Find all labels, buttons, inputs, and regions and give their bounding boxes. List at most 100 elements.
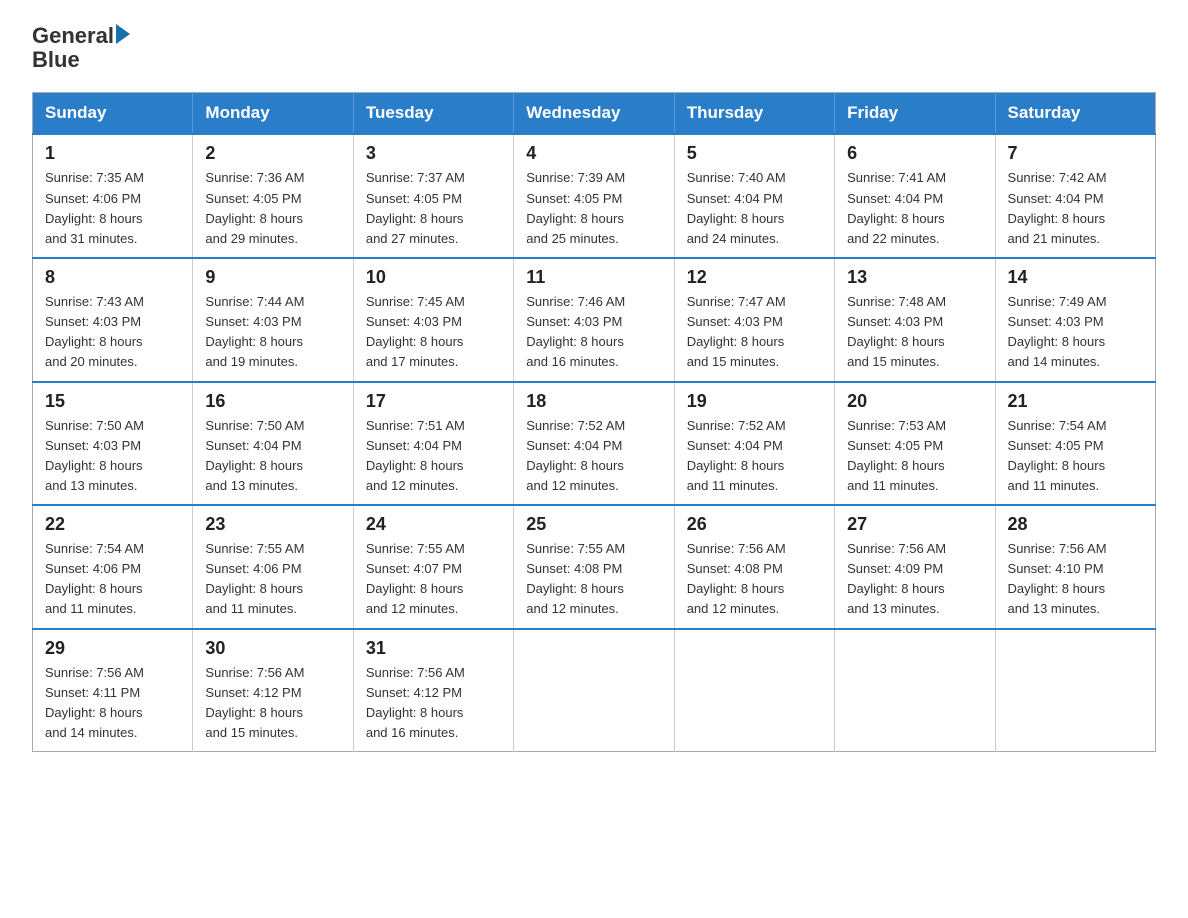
day-info: Sunrise: 7:48 AMSunset: 4:03 PMDaylight:… xyxy=(847,292,982,373)
day-info: Sunrise: 7:56 AMSunset: 4:10 PMDaylight:… xyxy=(1008,539,1143,620)
day-info: Sunrise: 7:55 AMSunset: 4:06 PMDaylight:… xyxy=(205,539,340,620)
calendar-cell: 3 Sunrise: 7:37 AMSunset: 4:05 PMDaylight… xyxy=(353,134,513,258)
calendar-cell: 8 Sunrise: 7:43 AMSunset: 4:03 PMDaylight… xyxy=(33,258,193,382)
logo-arrow-icon xyxy=(116,24,130,44)
logo-general-text: General xyxy=(32,24,114,48)
calendar-cell: 22 Sunrise: 7:54 AMSunset: 4:06 PMDayligh… xyxy=(33,505,193,629)
day-number: 2 xyxy=(205,143,340,164)
calendar-cell xyxy=(514,629,674,752)
day-info: Sunrise: 7:40 AMSunset: 4:04 PMDaylight:… xyxy=(687,168,822,249)
calendar-cell: 20 Sunrise: 7:53 AMSunset: 4:05 PMDayligh… xyxy=(835,382,995,506)
day-info: Sunrise: 7:44 AMSunset: 4:03 PMDaylight:… xyxy=(205,292,340,373)
day-of-week-thursday: Thursday xyxy=(674,93,834,135)
day-number: 1 xyxy=(45,143,180,164)
day-number: 16 xyxy=(205,391,340,412)
day-info: Sunrise: 7:43 AMSunset: 4:03 PMDaylight:… xyxy=(45,292,180,373)
day-of-week-wednesday: Wednesday xyxy=(514,93,674,135)
calendar-cell: 11 Sunrise: 7:46 AMSunset: 4:03 PMDayligh… xyxy=(514,258,674,382)
calendar-cell: 21 Sunrise: 7:54 AMSunset: 4:05 PMDayligh… xyxy=(995,382,1155,506)
day-of-week-saturday: Saturday xyxy=(995,93,1155,135)
day-number: 26 xyxy=(687,514,822,535)
day-number: 15 xyxy=(45,391,180,412)
day-info: Sunrise: 7:46 AMSunset: 4:03 PMDaylight:… xyxy=(526,292,661,373)
day-info: Sunrise: 7:42 AMSunset: 4:04 PMDaylight:… xyxy=(1008,168,1143,249)
day-number: 24 xyxy=(366,514,501,535)
day-info: Sunrise: 7:52 AMSunset: 4:04 PMDaylight:… xyxy=(526,416,661,497)
calendar-cell: 24 Sunrise: 7:55 AMSunset: 4:07 PMDayligh… xyxy=(353,505,513,629)
day-info: Sunrise: 7:50 AMSunset: 4:04 PMDaylight:… xyxy=(205,416,340,497)
calendar-cell: 27Sunrise: 7:56 AMSunset: 4:09 PMDayligh… xyxy=(835,505,995,629)
day-info: Sunrise: 7:55 AMSunset: 4:07 PMDaylight:… xyxy=(366,539,501,620)
day-number: 21 xyxy=(1008,391,1143,412)
day-info: Sunrise: 7:36 AMSunset: 4:05 PMDaylight:… xyxy=(205,168,340,249)
day-number: 18 xyxy=(526,391,661,412)
calendar-cell: 9 Sunrise: 7:44 AMSunset: 4:03 PMDaylight… xyxy=(193,258,353,382)
calendar-week-1: 1 Sunrise: 7:35 AMSunset: 4:06 PMDaylight… xyxy=(33,134,1156,258)
day-info: Sunrise: 7:51 AMSunset: 4:04 PMDaylight:… xyxy=(366,416,501,497)
calendar-cell: 6 Sunrise: 7:41 AMSunset: 4:04 PMDaylight… xyxy=(835,134,995,258)
calendar-cell: 17 Sunrise: 7:51 AMSunset: 4:04 PMDayligh… xyxy=(353,382,513,506)
day-number: 13 xyxy=(847,267,982,288)
calendar-cell: 19Sunrise: 7:52 AMSunset: 4:04 PMDayligh… xyxy=(674,382,834,506)
day-info: Sunrise: 7:45 AMSunset: 4:03 PMDaylight:… xyxy=(366,292,501,373)
day-number: 31 xyxy=(366,638,501,659)
calendar-header-row: SundayMondayTuesdayWednesdayThursdayFrid… xyxy=(33,93,1156,135)
calendar-cell: 26 Sunrise: 7:56 AMSunset: 4:08 PMDayligh… xyxy=(674,505,834,629)
calendar-week-3: 15 Sunrise: 7:50 AMSunset: 4:03 PMDayligh… xyxy=(33,382,1156,506)
day-number: 19 xyxy=(687,391,822,412)
day-number: 17 xyxy=(366,391,501,412)
day-number: 3 xyxy=(366,143,501,164)
day-info: Sunrise: 7:56 AMSunset: 4:12 PMDaylight:… xyxy=(366,663,501,744)
calendar-cell: 12Sunrise: 7:47 AMSunset: 4:03 PMDayligh… xyxy=(674,258,834,382)
calendar-table: SundayMondayTuesdayWednesdayThursdayFrid… xyxy=(32,92,1156,752)
calendar-week-4: 22 Sunrise: 7:54 AMSunset: 4:06 PMDayligh… xyxy=(33,505,1156,629)
day-info: Sunrise: 7:56 AMSunset: 4:09 PMDaylight:… xyxy=(847,539,982,620)
day-info: Sunrise: 7:54 AMSunset: 4:06 PMDaylight:… xyxy=(45,539,180,620)
calendar-cell: 10 Sunrise: 7:45 AMSunset: 4:03 PMDayligh… xyxy=(353,258,513,382)
calendar-cell: 31 Sunrise: 7:56 AMSunset: 4:12 PMDayligh… xyxy=(353,629,513,752)
calendar-cell xyxy=(674,629,834,752)
day-number: 23 xyxy=(205,514,340,535)
day-info: Sunrise: 7:41 AMSunset: 4:04 PMDaylight:… xyxy=(847,168,982,249)
calendar-week-5: 29 Sunrise: 7:56 AMSunset: 4:11 PMDayligh… xyxy=(33,629,1156,752)
day-info: Sunrise: 7:53 AMSunset: 4:05 PMDaylight:… xyxy=(847,416,982,497)
day-info: Sunrise: 7:35 AMSunset: 4:06 PMDaylight:… xyxy=(45,168,180,249)
day-number: 30 xyxy=(205,638,340,659)
day-number: 14 xyxy=(1008,267,1143,288)
day-number: 5 xyxy=(687,143,822,164)
day-info: Sunrise: 7:50 AMSunset: 4:03 PMDaylight:… xyxy=(45,416,180,497)
calendar-cell: 29 Sunrise: 7:56 AMSunset: 4:11 PMDayligh… xyxy=(33,629,193,752)
calendar-cell: 13 Sunrise: 7:48 AMSunset: 4:03 PMDayligh… xyxy=(835,258,995,382)
day-number: 9 xyxy=(205,267,340,288)
calendar-cell: 4Sunrise: 7:39 AMSunset: 4:05 PMDaylight… xyxy=(514,134,674,258)
day-number: 22 xyxy=(45,514,180,535)
day-number: 8 xyxy=(45,267,180,288)
calendar-cell: 28Sunrise: 7:56 AMSunset: 4:10 PMDayligh… xyxy=(995,505,1155,629)
day-of-week-sunday: Sunday xyxy=(33,93,193,135)
calendar-cell: 7 Sunrise: 7:42 AMSunset: 4:04 PMDaylight… xyxy=(995,134,1155,258)
day-info: Sunrise: 7:56 AMSunset: 4:11 PMDaylight:… xyxy=(45,663,180,744)
day-info: Sunrise: 7:39 AMSunset: 4:05 PMDaylight:… xyxy=(526,168,661,249)
calendar-cell: 15 Sunrise: 7:50 AMSunset: 4:03 PMDayligh… xyxy=(33,382,193,506)
calendar-cell xyxy=(995,629,1155,752)
calendar-cell: 23 Sunrise: 7:55 AMSunset: 4:06 PMDayligh… xyxy=(193,505,353,629)
day-info: Sunrise: 7:47 AMSunset: 4:03 PMDaylight:… xyxy=(687,292,822,373)
day-info: Sunrise: 7:56 AMSunset: 4:08 PMDaylight:… xyxy=(687,539,822,620)
day-info: Sunrise: 7:55 AMSunset: 4:08 PMDaylight:… xyxy=(526,539,661,620)
day-info: Sunrise: 7:37 AMSunset: 4:05 PMDaylight:… xyxy=(366,168,501,249)
calendar-week-2: 8 Sunrise: 7:43 AMSunset: 4:03 PMDaylight… xyxy=(33,258,1156,382)
day-number: 29 xyxy=(45,638,180,659)
calendar-cell: 2 Sunrise: 7:36 AMSunset: 4:05 PMDaylight… xyxy=(193,134,353,258)
day-number: 10 xyxy=(366,267,501,288)
logo-blue-text: Blue xyxy=(32,48,130,72)
day-number: 11 xyxy=(526,267,661,288)
day-number: 7 xyxy=(1008,143,1143,164)
day-number: 20 xyxy=(847,391,982,412)
day-number: 6 xyxy=(847,143,982,164)
page-header: General Blue xyxy=(32,24,1156,72)
day-info: Sunrise: 7:49 AMSunset: 4:03 PMDaylight:… xyxy=(1008,292,1143,373)
day-info: Sunrise: 7:54 AMSunset: 4:05 PMDaylight:… xyxy=(1008,416,1143,497)
calendar-cell: 16 Sunrise: 7:50 AMSunset: 4:04 PMDayligh… xyxy=(193,382,353,506)
calendar-cell: 1 Sunrise: 7:35 AMSunset: 4:06 PMDaylight… xyxy=(33,134,193,258)
calendar-cell: 14 Sunrise: 7:49 AMSunset: 4:03 PMDayligh… xyxy=(995,258,1155,382)
